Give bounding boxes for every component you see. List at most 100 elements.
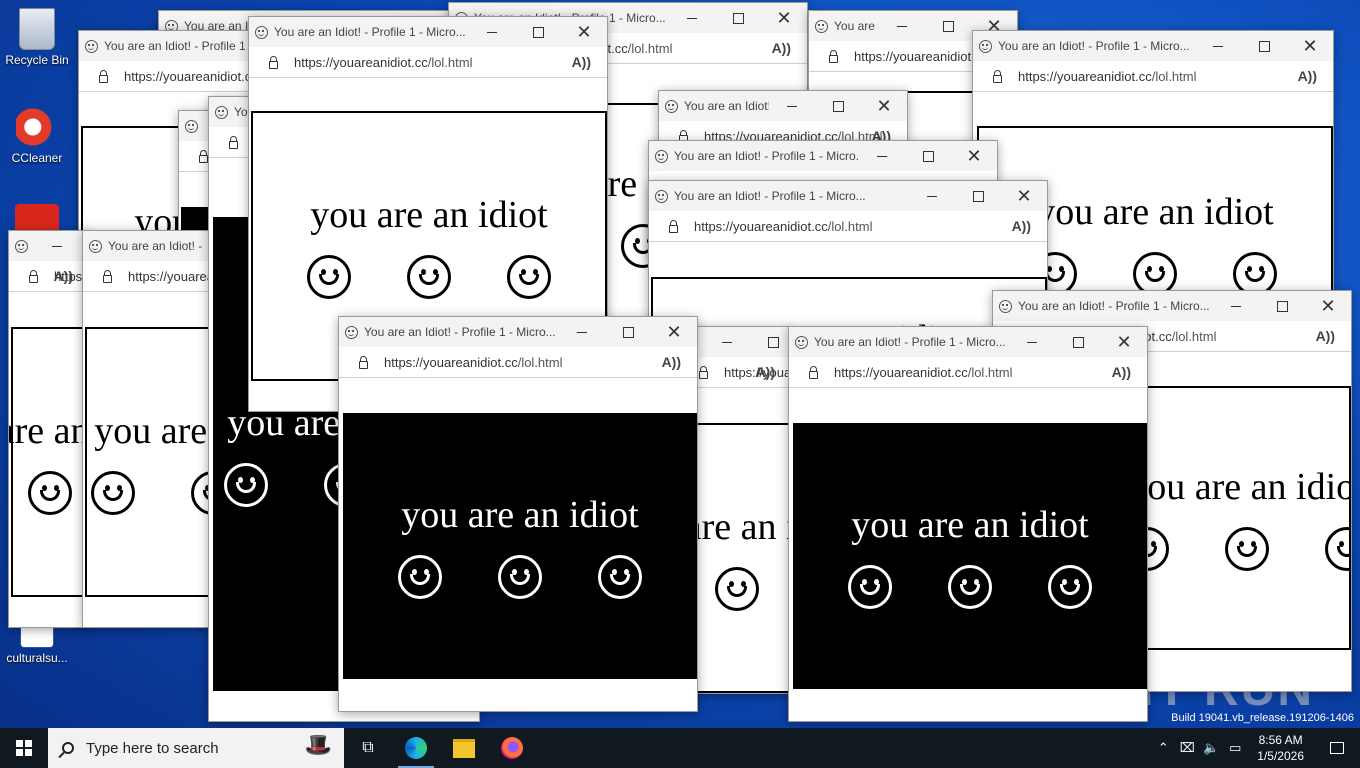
address-bar[interactable]: https://youareanidiot.cc/lol.html A)): [973, 61, 1333, 92]
maximize-button[interactable]: [715, 3, 761, 33]
display-icon[interactable]: ▭: [1223, 740, 1247, 756]
lock-icon: [669, 220, 678, 233]
address-bar[interactable]: https://youareanidiot.cc/lol.html A)): [339, 347, 697, 378]
close-button[interactable]: ✕: [1305, 291, 1351, 321]
window-titlebar[interactable]: You are an Idiot! - Profile 1 - Micro...…: [249, 17, 607, 47]
minimize-button[interactable]: [769, 91, 815, 121]
window-titlebar[interactable]: You are an Idiot! - Profile 1 - Micro...…: [649, 141, 997, 171]
window-titlebar[interactable]: You are an Idiot! - Profile 1 - Micro...…: [973, 31, 1333, 61]
network-icon[interactable]: ⌧: [1175, 740, 1199, 756]
smiley-row: [307, 255, 551, 299]
minimize-button[interactable]: [559, 317, 605, 347]
taskbar-clock[interactable]: 8:56 AM 1/5/2026: [1247, 732, 1314, 764]
lock-icon: [359, 356, 368, 369]
taskbar-search-box[interactable]: Type here to search 🎩: [48, 728, 344, 768]
idiot-popup-window[interactable]: You are an Idiot! - Profile 1 - Micro...…: [338, 316, 698, 712]
address-bar[interactable]: https://youareanidiot.cc/lol.html A)): [649, 211, 1047, 242]
close-button[interactable]: ✕: [861, 91, 907, 121]
address-bar[interactable]: https://youareanidiot.cc/lol.html A)): [789, 357, 1147, 388]
idiot-popup-window[interactable]: You are an Idiot! - Profile 1 - Micro...…: [788, 326, 1148, 722]
page-content: you are an idiot: [339, 379, 697, 711]
window-titlebar[interactable]: You are an Idiot! - Profile 1 - Micro...…: [339, 317, 697, 347]
desktop-icon-label: CCleaner: [11, 151, 63, 165]
window-title: You are an Idiot! - Profile 1 - Micro...: [108, 239, 203, 253]
minimize-button[interactable]: [909, 181, 955, 211]
smiley-favicon-icon: [15, 239, 28, 253]
maximize-button[interactable]: [1055, 327, 1101, 357]
close-button[interactable]: ✕: [1001, 181, 1047, 211]
lock-icon: [993, 70, 1002, 83]
maximize-icon: [832, 100, 844, 112]
close-button[interactable]: ✕: [951, 141, 997, 171]
smiley-face-icon: [91, 471, 135, 515]
minimize-button[interactable]: [1195, 31, 1241, 61]
read-aloud-icon[interactable]: A)): [772, 40, 791, 56]
maximize-button[interactable]: [905, 141, 951, 171]
window-titlebar[interactable]: You are an Idiot! - Profile 1 - Micro...…: [789, 327, 1147, 357]
window-titlebar[interactable]: You are an Idiot! - Profile 1 - Micro...…: [993, 291, 1351, 321]
window-title: You are an Idiot! - Profile 1 - Micro...: [814, 335, 1006, 349]
address-bar[interactable]: https://youareanidiot.cc/lol.html A)): [249, 47, 607, 78]
window-titlebar[interactable]: You are an Idiot! - Profile 1 - Micro...…: [649, 181, 1047, 211]
idiot-popup-window[interactable]: You are an Idiot! - Profile 1 - Micro...…: [8, 230, 90, 628]
maximize-button[interactable]: [605, 317, 651, 347]
close-button[interactable]: ✕: [761, 3, 807, 33]
lock-icon: [809, 366, 818, 379]
volume-icon[interactable]: 🔈: [1199, 740, 1223, 756]
maximize-button[interactable]: [955, 181, 1001, 211]
minimize-button[interactable]: [34, 231, 80, 261]
url-text: https://youareanidiot.cc/lol.html: [694, 219, 873, 234]
close-button[interactable]: ✕: [1101, 327, 1147, 357]
minimize-button[interactable]: [879, 11, 925, 41]
taskbar-edge-button[interactable]: [392, 728, 440, 768]
desktop: Recycle Bin CCleaner culturalsu... You a…: [0, 0, 1360, 728]
read-aloud-icon[interactable]: A)): [572, 54, 591, 70]
close-button[interactable]: ✕: [651, 317, 697, 347]
close-button[interactable]: ✕: [1287, 31, 1333, 61]
idiot-message: you are an idiot: [9, 410, 90, 452]
maximize-button[interactable]: [515, 17, 561, 47]
smiley-favicon-icon: [815, 19, 828, 33]
window-title: You are an Idiot! - Profile 1 - Micro...: [364, 325, 556, 339]
minimize-icon: [1231, 305, 1241, 307]
minimize-button[interactable]: [1213, 291, 1259, 321]
read-aloud-icon[interactable]: A)): [1316, 328, 1335, 344]
lock-icon: [229, 136, 238, 149]
lock-icon: [103, 270, 112, 283]
maximize-icon: [972, 190, 984, 202]
desktop-icon-recycle-bin[interactable]: Recycle Bin: [0, 8, 74, 67]
task-view-button[interactable]: ⧉: [344, 728, 392, 768]
notification-center-button[interactable]: [1314, 742, 1360, 754]
maximize-button[interactable]: [815, 91, 861, 121]
taskbar-firefox-button[interactable]: [488, 728, 536, 768]
url-host: https://youareanidiot.cc: [294, 54, 428, 70]
system-tray: ⌃ ⌧ 🔈 ▭ 8:56 AM 1/5/2026: [1151, 728, 1360, 768]
address-bar[interactable]: https://youareanidiot.cc/lol.html A)): [9, 261, 89, 292]
chevron-up-icon[interactable]: ⌃: [1151, 740, 1175, 756]
minimize-button[interactable]: [669, 3, 715, 33]
maximize-icon: [532, 26, 544, 38]
minimize-button[interactable]: [859, 141, 905, 171]
taskbar-explorer-button[interactable]: [440, 728, 488, 768]
url-host: https://youareanidiot.cc: [1018, 68, 1152, 84]
read-aloud-icon[interactable]: A)): [1112, 364, 1131, 380]
desktop-icon-ccleaner[interactable]: CCleaner: [0, 106, 74, 165]
read-aloud-icon[interactable]: A)): [1298, 68, 1317, 84]
maximize-icon: [942, 20, 954, 32]
smiley-face-icon: [507, 255, 551, 299]
minimize-button[interactable]: [1009, 327, 1055, 357]
window-titlebar[interactable]: You are an Idiot! - Profile 1 - Micro...…: [659, 91, 907, 121]
start-button[interactable]: [0, 728, 48, 768]
read-aloud-icon[interactable]: A)): [54, 268, 73, 284]
read-aloud-icon[interactable]: A)): [756, 364, 775, 380]
minimize-button[interactable]: [704, 327, 750, 357]
maximize-button[interactable]: [925, 11, 971, 41]
maximize-button[interactable]: [1241, 31, 1287, 61]
read-aloud-icon[interactable]: A)): [1012, 218, 1031, 234]
read-aloud-icon[interactable]: A)): [662, 354, 681, 370]
window-titlebar[interactable]: You are an Idiot! - Profile 1 - Micro...…: [9, 231, 89, 261]
minimize-button[interactable]: [469, 17, 515, 47]
maximize-button[interactable]: [750, 327, 791, 357]
maximize-button[interactable]: [1259, 291, 1305, 321]
close-button[interactable]: ✕: [561, 17, 607, 47]
